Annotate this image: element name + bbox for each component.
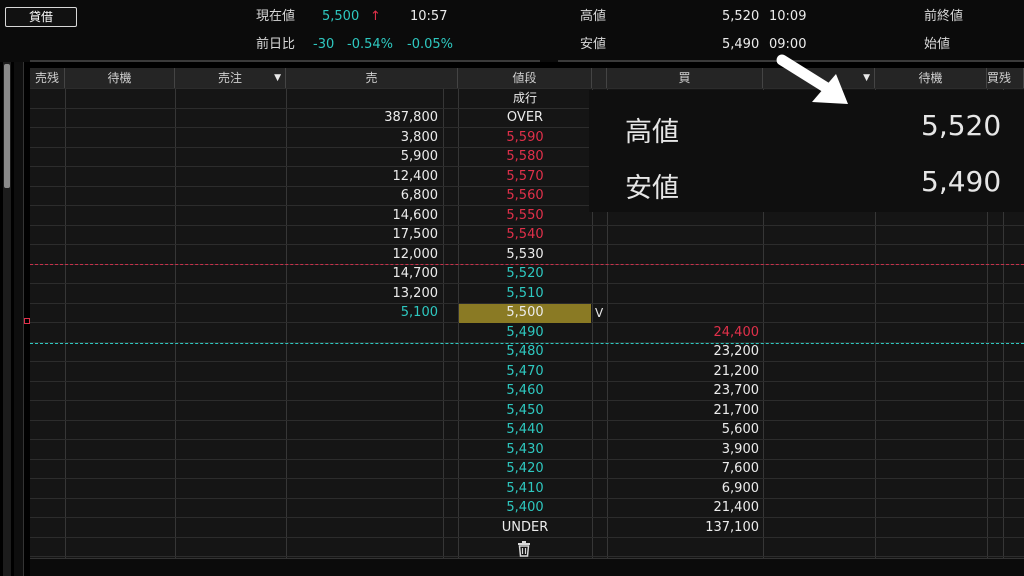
arrow-icon — [776, 54, 848, 104]
price-level[interactable]: 5,540 — [458, 225, 592, 244]
low-time: 09:00 — [769, 37, 807, 52]
col-header-buy-remain[interactable]: 買残 — [987, 68, 1024, 88]
price-level[interactable]: 5,530 — [458, 245, 592, 264]
left-rail — [14, 62, 24, 576]
price-level[interactable]: 5,410 — [458, 479, 592, 498]
price-level[interactable]: 5,590 — [458, 128, 592, 147]
change-percent: -0.54% — [347, 37, 393, 52]
dropdown-triangle-icon[interactable]: ▼ — [863, 68, 870, 88]
sell-quantity[interactable]: 12,400 — [286, 167, 439, 186]
quote-header: 貸借 現在値 5,500 ↑ 10:57 前日比 -30 -0.54% -0.0… — [0, 0, 1024, 62]
buy-quantity[interactable]: 24,400 — [607, 323, 760, 342]
sell-boundary-line — [30, 264, 1024, 265]
col-header-wait-right[interactable]: 待機 — [875, 68, 987, 88]
callout-high-label: 高値 — [625, 117, 679, 148]
vwap-marker: V — [595, 306, 604, 320]
sell-quantity[interactable]: 12,000 — [286, 245, 439, 264]
price-level[interactable]: OVER — [458, 108, 592, 127]
scrollbar-thumb[interactable] — [4, 64, 10, 188]
callout-low-value: 5,490 — [921, 165, 1002, 198]
price-level[interactable]: 5,480 — [458, 342, 592, 361]
sell-quantity[interactable]: 5,900 — [286, 147, 438, 166]
dropdown-triangle-icon[interactable]: ▼ — [274, 68, 281, 88]
col-header-sell-order-label: 売注 — [217, 71, 242, 85]
sell-quantity[interactable]: 6,800 — [286, 186, 438, 205]
price-level[interactable]: 5,560 — [458, 186, 592, 205]
sell-quantity[interactable]: 17,500 — [286, 225, 439, 244]
change-percent-secondary: -0.05% — [407, 37, 453, 52]
buy-quantity[interactable]: 3,900 — [607, 440, 759, 459]
price-level[interactable]: 5,520 — [458, 264, 592, 283]
up-arrow-icon: ↑ — [370, 9, 381, 24]
sell-quantity[interactable]: 14,700 — [286, 264, 439, 283]
high-value: 5,520 — [722, 9, 760, 24]
col-header-sell-remain[interactable]: 売残 — [30, 68, 65, 88]
low-value: 5,490 — [722, 37, 760, 52]
buy-quantity[interactable]: 5,600 — [607, 420, 759, 439]
buy-boundary-line — [30, 343, 1024, 344]
price-level[interactable]: 5,450 — [458, 401, 592, 420]
col-header-sell-order[interactable]: 売注 ▼ — [175, 68, 286, 88]
sell-quantity[interactable]: 5,100 — [286, 303, 438, 322]
current-price-time: 10:57 — [410, 9, 448, 24]
buy-quantity[interactable]: 21,400 — [607, 498, 760, 517]
buy-quantity[interactable]: 23,200 — [607, 342, 760, 361]
price-level[interactable]: 5,570 — [458, 167, 592, 186]
open-label: 始値 — [924, 37, 951, 52]
low-label: 安値 — [580, 37, 607, 52]
horizontal-scrollbar[interactable] — [30, 558, 1024, 576]
loan-button[interactable]: 貸借 — [5, 7, 77, 27]
sell-quantity[interactable]: 387,800 — [286, 108, 438, 127]
price-level[interactable]: 5,400 — [458, 498, 592, 517]
price-level[interactable]: UNDER — [458, 518, 592, 537]
buy-quantity[interactable]: 7,600 — [607, 459, 759, 478]
change-value: -30 — [313, 37, 335, 52]
sell-quantity[interactable]: 13,200 — [286, 284, 439, 303]
market-order-label[interactable]: 成行 — [458, 89, 592, 108]
prev-close-label: 前終値 — [924, 9, 964, 24]
buy-quantity[interactable]: 137,100 — [607, 518, 759, 537]
price-level[interactable]: 5,490 — [458, 323, 592, 342]
price-level[interactable]: 5,510 — [458, 284, 592, 303]
high-time: 10:09 — [769, 9, 807, 24]
col-header-buy[interactable]: 買 — [607, 68, 763, 88]
callout-low-label: 安値 — [625, 173, 679, 204]
change-label: 前日比 — [256, 37, 296, 52]
grid-hline — [30, 536, 1024, 538]
col-header-price[interactable]: 値段 — [458, 68, 592, 88]
col-header-wait-left[interactable]: 待機 — [65, 68, 175, 88]
grid-vline — [65, 88, 66, 558]
grid-vline — [443, 88, 444, 558]
price-level[interactable]: 5,440 — [458, 420, 592, 439]
current-price-value: 5,500 — [322, 9, 360, 24]
price-level[interactable]: 5,580 — [458, 147, 592, 166]
price-level[interactable]: 5,550 — [458, 206, 592, 225]
callout-high-value: 5,520 — [921, 109, 1002, 142]
sell-quantity[interactable]: 3,800 — [286, 128, 438, 147]
buy-quantity[interactable]: 21,700 — [607, 401, 760, 420]
price-level[interactable]: 5,500 — [458, 303, 592, 322]
col-header-sell[interactable]: 売 — [286, 68, 458, 88]
buy-quantity[interactable]: 23,700 — [607, 381, 760, 400]
price-level[interactable]: 5,430 — [458, 440, 592, 459]
price-level[interactable]: 5,470 — [458, 362, 592, 381]
trash-icon[interactable] — [515, 539, 533, 557]
grid-vline — [175, 88, 176, 558]
price-level[interactable]: 5,460 — [458, 381, 592, 400]
sell-quantity[interactable]: 14,600 — [286, 206, 439, 225]
header-separator-left — [30, 60, 540, 62]
buy-quantity[interactable]: 21,200 — [607, 362, 760, 381]
buy-quantity[interactable]: 6,900 — [607, 479, 759, 498]
col-header-marker — [592, 68, 607, 88]
current-price-label: 現在値 — [256, 9, 296, 24]
price-level[interactable]: 5,420 — [458, 459, 592, 478]
high-label: 高値 — [580, 9, 607, 24]
